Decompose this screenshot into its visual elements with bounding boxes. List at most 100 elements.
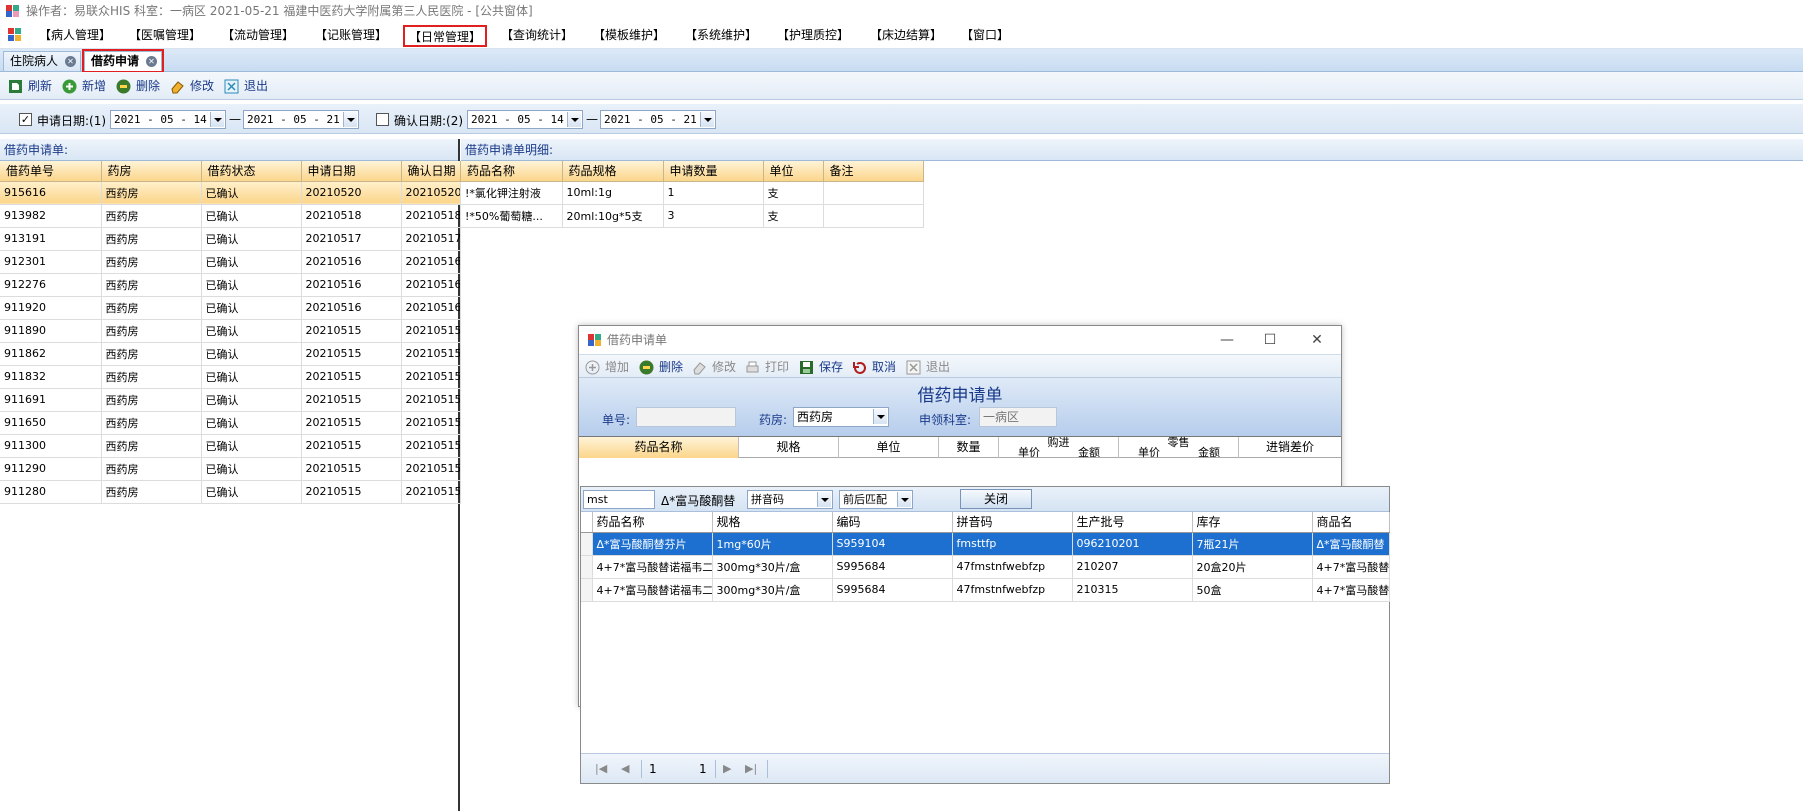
range-dash: — bbox=[586, 112, 598, 126]
dialog-exit-button[interactable]: 退出 bbox=[906, 358, 950, 376]
minimize-icon[interactable]: — bbox=[1217, 330, 1237, 350]
refresh-button[interactable]: 刷新 bbox=[8, 77, 52, 95]
pharmacy-select[interactable]: 西药房 bbox=[793, 407, 889, 427]
menu-patient-mgmt[interactable]: 【病人管理】 bbox=[35, 25, 115, 47]
delete-button[interactable]: 删除 bbox=[116, 77, 160, 95]
search-mode-select[interactable]: 拼音码 bbox=[747, 490, 833, 509]
match-mode-select[interactable]: 前后匹配 bbox=[839, 490, 913, 509]
table-cell: 西药房 bbox=[101, 388, 202, 412]
table-row[interactable]: 911650 西药房 已确认 20210515 20210515 bbox=[0, 411, 461, 435]
drug-search-col-header[interactable]: 库存 bbox=[1192, 512, 1313, 533]
drug-search-col-header[interactable]: 拼音码 bbox=[952, 512, 1073, 533]
table-row[interactable]: 911862 西药房 已确认 20210515 20210515 bbox=[0, 342, 461, 366]
dialog-add-button[interactable]: 增加 bbox=[585, 358, 629, 376]
confirm-date-checkbox[interactable] bbox=[376, 113, 389, 126]
table-row[interactable]: 911300 西药房 已确认 20210515 20210515 bbox=[0, 434, 461, 458]
dialog-delete-button[interactable]: 删除 bbox=[639, 358, 683, 376]
dropdown-arrow-icon[interactable] bbox=[567, 112, 581, 127]
menu-bedside-settle[interactable]: 【床边结算】 bbox=[866, 25, 946, 47]
menu-nursing-qc[interactable]: 【护理质控】 bbox=[773, 25, 853, 47]
close-icon[interactable]: ✕ bbox=[65, 56, 77, 67]
next-page-icon[interactable]: ▶ bbox=[723, 762, 731, 775]
table-row[interactable]: 911920 西药房 已确认 20210516 20210516 bbox=[0, 296, 461, 320]
request-detail-col-header[interactable]: 单位 bbox=[763, 161, 824, 182]
table-row[interactable]: 4+7*富马酸替诺福韦二 300mg*30片/盒 S995684 47fmstnfwe… bbox=[581, 578, 1390, 602]
table-cell: !*50%葡萄糖... bbox=[461, 204, 563, 228]
tab-borrow-drug-request[interactable]: 借药申请 ✕ bbox=[81, 49, 165, 73]
total-pages: 1 bbox=[699, 762, 707, 776]
drug-search-header: 药品名称 规格 编码 拼音码 生产批号 库存 商品名 bbox=[581, 512, 1390, 533]
menu-flow-mgmt[interactable]: 【流动管理】 bbox=[218, 25, 298, 47]
prev-page-icon[interactable]: ◀ bbox=[621, 762, 629, 775]
table-row[interactable]: 911890 西药房 已确认 20210515 20210515 bbox=[0, 319, 461, 343]
apply-date-to[interactable]: 2021 - 05 - 21 bbox=[243, 110, 359, 129]
drug-search-col-header[interactable]: 生产批号 bbox=[1072, 512, 1193, 533]
request-detail-col-header[interactable]: 药品名称 bbox=[461, 161, 563, 182]
tab-label: 住院病人 bbox=[10, 54, 59, 68]
dialog-edit-button[interactable]: 修改 bbox=[692, 358, 736, 376]
search-input[interactable]: mst bbox=[583, 490, 655, 509]
dropdown-arrow-icon[interactable] bbox=[343, 112, 357, 127]
request-list-col-header[interactable]: 借药单号 bbox=[0, 161, 102, 182]
apply-date-from[interactable]: 2021 - 05 - 14 bbox=[110, 110, 226, 129]
tab-inpatient[interactable]: 住院病人 ✕ bbox=[3, 51, 82, 71]
menu-query-stats[interactable]: 【查询统计】 bbox=[497, 25, 577, 47]
drug-search-col-header[interactable]: 商品名 bbox=[1312, 512, 1390, 533]
menu-template-maint[interactable]: 【模板维护】 bbox=[589, 25, 669, 47]
last-page-icon[interactable]: ▶| bbox=[745, 762, 757, 775]
table-row[interactable]: 911832 西药房 已确认 20210515 20210515 bbox=[0, 365, 461, 389]
menu-system-maint[interactable]: 【系统维护】 bbox=[681, 25, 761, 47]
menu-order-mgmt[interactable]: 【医嘱管理】 bbox=[125, 25, 205, 47]
request-list-col-header[interactable]: 借药状态 bbox=[201, 161, 302, 182]
edit-button[interactable]: 修改 bbox=[170, 77, 214, 95]
exit-button[interactable]: 退出 bbox=[224, 77, 268, 95]
table-row[interactable]: 912276 西药房 已确认 20210516 20210516 bbox=[0, 273, 461, 297]
dropdown-arrow-icon[interactable] bbox=[897, 492, 911, 507]
table-row[interactable]: 915616 西药房 已确认 20210520 20210520 bbox=[0, 181, 461, 205]
confirm-date-from[interactable]: 2021 - 05 - 14 bbox=[467, 110, 583, 129]
table-row[interactable]: 913982 西药房 已确认 20210518 20210518 bbox=[0, 204, 461, 228]
drug-search-col-header[interactable]: 药品名称 bbox=[592, 512, 713, 533]
dialog-save-button[interactable]: 保存 bbox=[799, 358, 843, 376]
app-menu-icon[interactable] bbox=[8, 28, 22, 41]
menu-window[interactable]: 【窗口】 bbox=[957, 25, 1013, 47]
close-icon[interactable]: ✕ bbox=[1307, 330, 1327, 350]
request-detail-col-header[interactable]: 药品规格 bbox=[562, 161, 664, 182]
request-list-col-header[interactable]: 申请日期 bbox=[301, 161, 402, 182]
table-row[interactable]: 911691 西药房 已确认 20210515 20210515 bbox=[0, 388, 461, 412]
dropdown-arrow-icon[interactable] bbox=[700, 112, 714, 127]
request-list-col-header[interactable]: 确认日期 bbox=[401, 161, 461, 182]
table-row[interactable]: Δ*富马酸酮替芬片 1mg*60片 S959104 fmsttfp 096210201 7… bbox=[581, 532, 1390, 556]
dropdown-arrow-icon[interactable] bbox=[210, 112, 224, 127]
dropdown-arrow-icon[interactable] bbox=[873, 409, 887, 424]
request-detail-col-header[interactable]: 申请数量 bbox=[663, 161, 764, 182]
table-row[interactable]: 913191 西药房 已确认 20210517 20210517 bbox=[0, 227, 461, 251]
table-cell bbox=[823, 181, 924, 205]
table-row[interactable]: !*50%葡萄糖... 20ml:10g*5支 3 支 bbox=[461, 204, 924, 228]
first-page-icon[interactable]: |◀ bbox=[595, 762, 607, 775]
order-no-field[interactable] bbox=[636, 407, 736, 427]
menu-billing-mgmt[interactable]: 【记账管理】 bbox=[311, 25, 391, 47]
apply-date-checkbox[interactable]: ✓ bbox=[19, 113, 32, 126]
row-indicator bbox=[581, 555, 593, 579]
close-button[interactable]: 关闭 bbox=[960, 489, 1032, 509]
add-button[interactable]: 新增 bbox=[62, 77, 106, 95]
close-icon[interactable]: ✕ bbox=[146, 56, 158, 67]
table-row[interactable]: 4+7*富马酸替诺福韦二 300mg*30片/盒 S995684 47fmstnfwe… bbox=[581, 555, 1390, 579]
table-row[interactable]: 911290 西药房 已确认 20210515 20210515 bbox=[0, 457, 461, 481]
table-row[interactable]: 911280 西药房 已确认 20210515 20210515 bbox=[0, 480, 461, 504]
drug-search-col-header[interactable]: 规格 bbox=[712, 512, 833, 533]
menu-daily-mgmt[interactable]: 【日常管理】 bbox=[403, 25, 488, 47]
table-row[interactable]: !*氯化钾注射液 10ml:1g 1 支 bbox=[461, 181, 924, 205]
confirm-date-to[interactable]: 2021 - 05 - 21 bbox=[600, 110, 716, 129]
request-list-col-header[interactable]: 药房 bbox=[101, 161, 202, 182]
current-page[interactable]: 1 bbox=[649, 762, 657, 776]
dropdown-arrow-icon[interactable] bbox=[817, 492, 831, 507]
drug-search-col-header[interactable]: 编码 bbox=[832, 512, 953, 533]
maximize-icon[interactable]: ☐ bbox=[1260, 330, 1280, 350]
dialog-print-button[interactable]: 打印 bbox=[745, 358, 789, 376]
plus-icon bbox=[585, 360, 600, 375]
dialog-cancel-button[interactable]: 取消 bbox=[852, 358, 896, 376]
table-row[interactable]: 912301 西药房 已确认 20210516 20210516 bbox=[0, 250, 461, 274]
request-detail-col-header[interactable]: 备注 bbox=[823, 161, 924, 182]
